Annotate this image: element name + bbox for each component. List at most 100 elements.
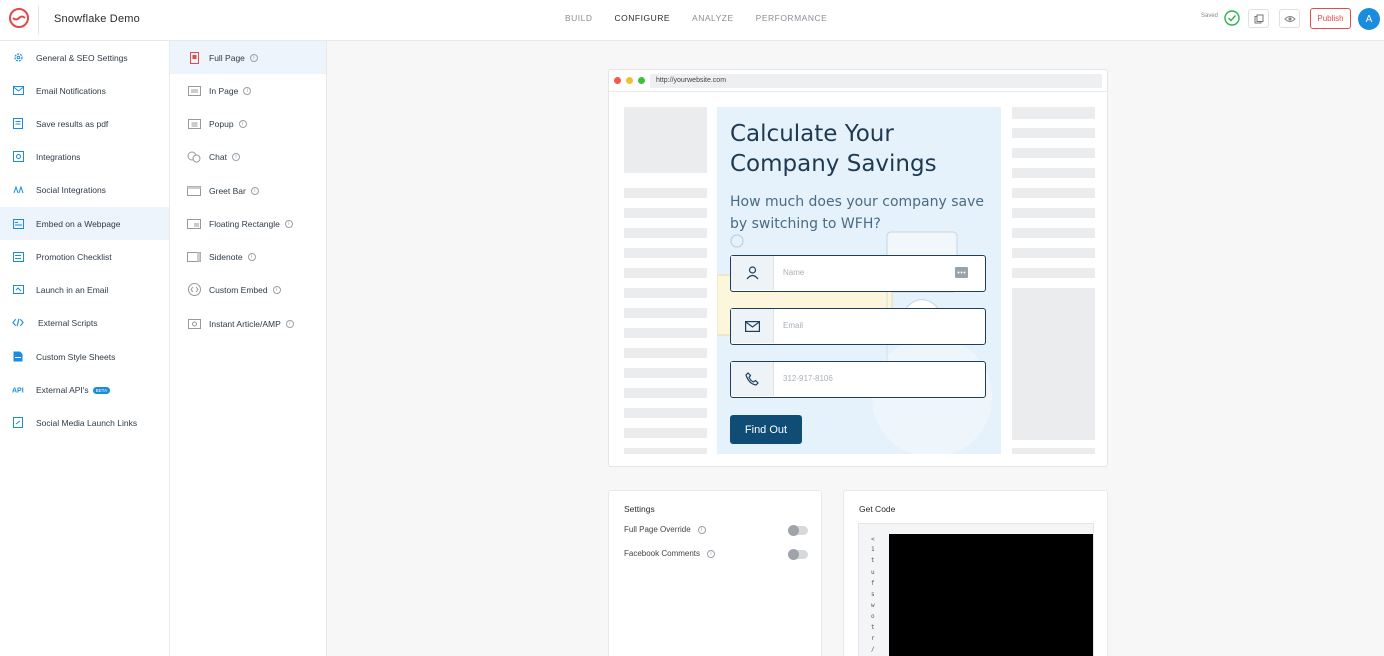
embed-type-greet-bar[interactable]: Greet Bar i: [170, 174, 326, 207]
placeholder-line: [1012, 188, 1095, 198]
embed-type-label: In Page: [209, 85, 239, 96]
code-char: t: [871, 624, 875, 631]
sidebar-item-email-notifications[interactable]: Email Notifications: [0, 74, 169, 107]
embed-type-label: Full Page: [209, 52, 245, 63]
sidebar-item-social-media-links[interactable]: Social Media Launch Links: [0, 406, 169, 439]
info-icon[interactable]: i: [243, 86, 252, 95]
settings-card: Settings Full Page Override i Facebook C…: [608, 490, 822, 656]
user-icon: [746, 266, 758, 280]
window-close-dot: [614, 77, 621, 84]
widget-title: Calculate Your Company Savings: [730, 121, 937, 177]
full-page-override-toggle[interactable]: [788, 525, 808, 536]
sidebar-item-label: Launch in an Email: [36, 284, 109, 295]
placeholder-line: [624, 288, 707, 298]
full-page-icon: [187, 51, 201, 64]
embed-type-label: Sidenote: [209, 251, 243, 262]
placeholder-line: [1012, 248, 1095, 258]
embed-type-list: Full Page i In Page i Popup i Chat i Gre…: [170, 41, 327, 656]
info-icon[interactable]: i: [285, 319, 294, 328]
sidebar-item-embed-webpage[interactable]: Embed on a Webpage: [0, 207, 169, 240]
embed-code-box[interactable]: < 1 t u f s w o t r /: [858, 523, 1094, 656]
info-icon[interactable]: i: [249, 53, 258, 62]
eye-icon: [1283, 15, 1296, 22]
embed-type-in-page[interactable]: In Page i: [170, 74, 326, 107]
custom-embed-icon: [187, 283, 201, 296]
check-circle-icon: [1224, 10, 1240, 26]
sidebar-item-general-seo[interactable]: General & SEO Settings: [0, 41, 169, 74]
publish-button[interactable]: Publish: [1310, 8, 1351, 29]
info-icon[interactable]: i: [272, 285, 281, 294]
sidebar-item-launch-email[interactable]: Launch in an Email: [0, 273, 169, 306]
name-input[interactable]: Name: [783, 256, 804, 290]
widget-subtitle: How much does your company save by switc…: [730, 194, 985, 232]
placeholder-line: [624, 408, 707, 418]
sidebar-item-custom-style-sheets[interactable]: Custom Style Sheets: [0, 340, 169, 373]
sidebar-item-label: General & SEO Settings: [36, 52, 128, 63]
sidebar-item-save-pdf[interactable]: Save results as pdf: [0, 107, 169, 140]
copy-button[interactable]: [1248, 9, 1269, 28]
sidebar-item-label: Social Integrations: [36, 184, 106, 195]
placeholder-line: [624, 268, 707, 278]
sidebar-item-promotion-checklist[interactable]: Promotion Checklist: [0, 240, 169, 273]
embed-type-chat[interactable]: Chat i: [170, 140, 326, 173]
placeholder-line: [624, 428, 707, 438]
embed-icon: [12, 218, 24, 230]
logo-divider: [38, 6, 39, 34]
placeholder-line: [624, 248, 707, 258]
info-icon[interactable]: i: [697, 525, 706, 534]
floating-rectangle-icon: [187, 218, 201, 230]
info-icon[interactable]: i: [284, 219, 293, 228]
placeholder-line: [624, 328, 707, 338]
sidebar-item-label: Integrations: [36, 151, 81, 162]
embed-type-popup[interactable]: Popup i: [170, 107, 326, 140]
info-icon[interactable]: i: [231, 152, 240, 161]
phone-field[interactable]: 312-917-8106: [730, 361, 986, 398]
placeholder-line: [1012, 128, 1095, 138]
info-icon[interactable]: i: [707, 549, 716, 558]
main-nav: BUILD CONFIGURE ANALYZE PERFORMANCE: [565, 13, 849, 23]
code-char: u: [871, 569, 875, 576]
sidebar-item-social-integrations[interactable]: Social Integrations: [0, 173, 169, 206]
nav-performance[interactable]: PERFORMANCE: [756, 13, 828, 23]
sidebar-item-external-scripts[interactable]: External Scripts: [0, 306, 169, 339]
code-char: /: [871, 646, 875, 653]
facebook-comments-toggle[interactable]: [788, 549, 808, 560]
preview-button[interactable]: [1279, 9, 1300, 28]
code-char: s: [871, 591, 875, 598]
embed-type-sidenote[interactable]: Sidenote i: [170, 240, 326, 273]
placeholder-line: [1012, 268, 1095, 278]
nav-build[interactable]: BUILD: [565, 13, 593, 23]
sidebar-item-integrations[interactable]: Integrations: [0, 140, 169, 173]
placeholder-image: [1012, 288, 1095, 440]
placeholder-line: [1012, 208, 1095, 218]
find-out-button[interactable]: Find Out: [730, 415, 802, 444]
sidebar-item-external-api[interactable]: API External API's BETA: [0, 373, 169, 406]
embed-type-instant-article[interactable]: Instant Article/AMP i: [170, 307, 326, 340]
info-icon[interactable]: i: [250, 186, 259, 195]
embed-type-label: Custom Embed: [209, 284, 268, 295]
placeholder-line: [1012, 228, 1095, 238]
logo-icon[interactable]: [8, 7, 30, 29]
autofill-icon[interactable]: [955, 267, 968, 278]
avatar[interactable]: A: [1358, 8, 1380, 30]
embed-type-custom-embed[interactable]: Custom Embed i: [170, 273, 326, 306]
embed-type-floating-rectangle[interactable]: Floating Rectangle i: [170, 207, 326, 240]
api-icon: API: [12, 384, 24, 396]
embed-type-full-page[interactable]: Full Page i: [170, 41, 326, 74]
setting-label: Facebook Comments: [624, 549, 701, 558]
code-char: <: [871, 536, 875, 543]
app-title: Snowflake Demo: [54, 13, 140, 25]
nav-configure[interactable]: CONFIGURE: [615, 13, 671, 23]
info-icon[interactable]: i: [238, 119, 247, 128]
browser-toolbar: http://yourwebsite.com: [609, 70, 1107, 92]
email-field[interactable]: Email: [730, 308, 986, 345]
placeholder-line: [1012, 168, 1095, 178]
email-input[interactable]: Email: [783, 309, 803, 343]
placeholder-line: [624, 228, 707, 238]
name-field[interactable]: Name: [730, 255, 986, 292]
window-maximize-dot: [638, 77, 645, 84]
embed-type-label: Floating Rectangle: [209, 218, 280, 229]
phone-input[interactable]: 312-917-8106: [783, 362, 833, 396]
nav-analyze[interactable]: ANALYZE: [692, 13, 734, 23]
info-icon[interactable]: i: [247, 252, 256, 261]
